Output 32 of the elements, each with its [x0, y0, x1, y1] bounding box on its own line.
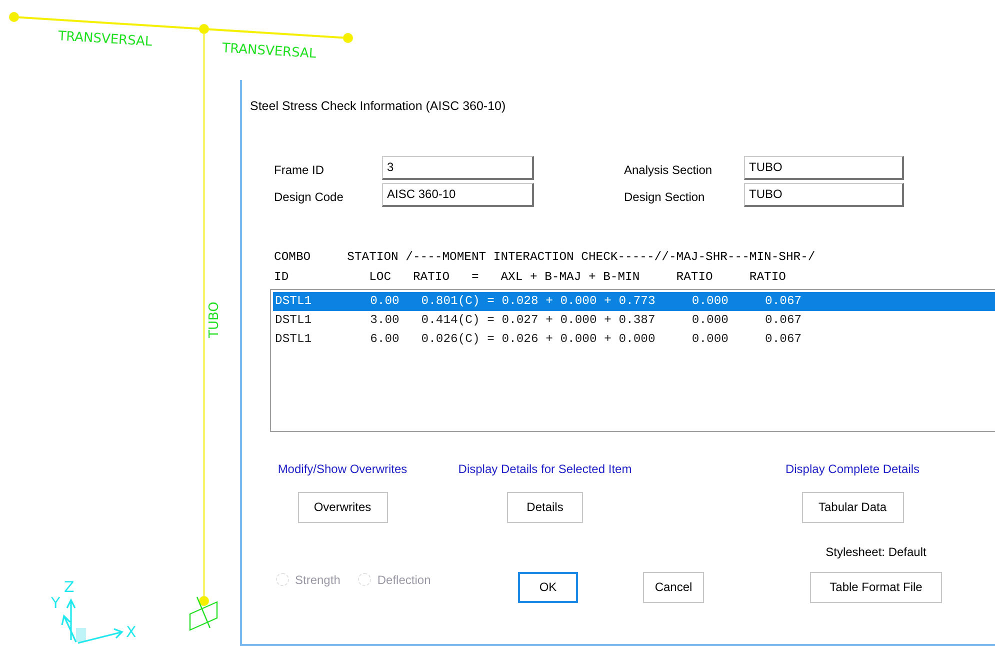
member-label: TRANSVERSAL [222, 41, 317, 62]
support-drawing [189, 596, 218, 631]
action-caption: Display Complete Details [785, 460, 920, 478]
axis-label: Z [64, 578, 74, 596]
field-label: Frame ID [274, 162, 326, 180]
column-header: ID LOC RATIO = AXL + B-MAJ + B-MIN RATIO RATIO [274, 268, 787, 286]
column-header: COMBO STATION /----MOMENT INTERACTION CHECK-----//-MAJ-SHR---MIN-SHR-/ [274, 248, 816, 266]
axes-icon [61, 598, 124, 644]
field-label: Analysis Section [624, 162, 714, 180]
dialog-button[interactable]: OK [518, 572, 578, 603]
text-field[interactable]: TUBO [744, 156, 904, 180]
action-caption: Display Details for Selected Item [458, 460, 632, 478]
list-row[interactable]: DSTL1 0.00 0.801(C) = 0.028 + 0.000 + 0.773 0.000 0.067 [273, 292, 995, 311]
text-field[interactable]: TUBO [744, 182, 904, 207]
action-button[interactable]: Tabular Data [802, 492, 904, 523]
field-label: Design Section [624, 189, 706, 206]
dialog-button[interactable]: Table Format File [810, 572, 942, 603]
list-row[interactable]: DSTL1 3.00 0.414(C) = 0.027 + 0.000 + 0.387 0.000 0.067 [273, 310, 995, 330]
text-field[interactable]: AISC 360-10 [382, 182, 534, 207]
axis-label: X [126, 623, 136, 641]
list-row[interactable]: DSTL1 6.00 0.026(C) = 0.026 + 0.000 + 0.000 0.000 0.067 [273, 330, 995, 349]
field-label: Design Code [274, 189, 344, 206]
member-label: TUBO [207, 302, 222, 338]
text-field[interactable]: 3 [382, 156, 534, 180]
axis-label: Y [51, 594, 60, 612]
dialog-title: Steel Stress Check Information (AISC 360-10) [250, 98, 507, 115]
member-label: TRANSVERSAL [58, 29, 153, 50]
dialog-button[interactable]: Cancel [643, 572, 704, 603]
action-button[interactable]: Details [507, 492, 583, 523]
action-button[interactable]: Overwrites [298, 492, 388, 523]
action-caption: Modify/Show Overwrites [278, 460, 408, 478]
stylesheet-label: Stylesheet: Default [826, 544, 926, 561]
